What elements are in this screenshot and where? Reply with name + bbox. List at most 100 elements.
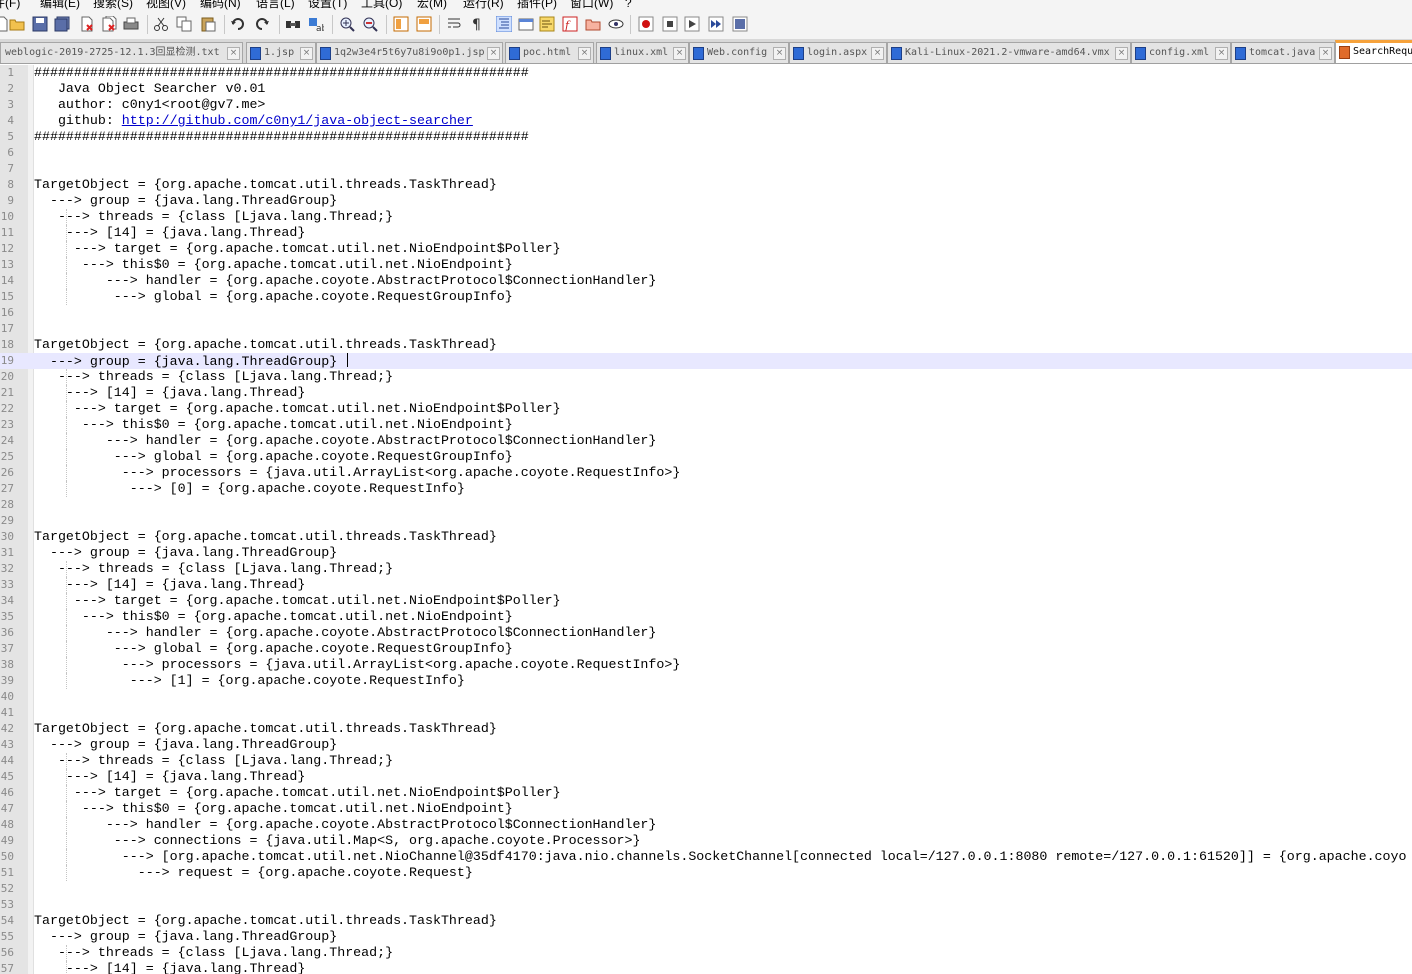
zoom-in-icon[interactable] — [338, 14, 356, 34]
save-all-icon[interactable] — [53, 14, 71, 34]
code-text-content: ---> this$0 = {org.apache.tomcat.util.ne… — [34, 417, 513, 432]
code-text: ---> group = {java.lang.ThreadGroup} — [34, 737, 337, 753]
code-text-content: ---> target = {org.apache.tomcat.util.ne… — [34, 785, 561, 800]
editor-line: 8 TargetObject = {org.apache.tomcat.util.… — [0, 177, 1412, 193]
github-link[interactable]: http://github.com/c0ny1/java-object-sear… — [122, 113, 473, 128]
sync-horizontal-icon[interactable] — [415, 14, 433, 34]
menu-item[interactable]: 语言(L) — [256, 0, 295, 11]
menu-item[interactable]: 插件(P) — [517, 0, 557, 11]
code-text-content: ---> global = {org.apache.coyote.Request… — [34, 641, 513, 656]
code-text: TargetObject = {org.apache.tomcat.util.t… — [34, 913, 497, 929]
tab-file[interactable]: Web.config × — [689, 42, 789, 63]
tab-file[interactable]: linux.xml × — [596, 42, 689, 63]
close-tab-icon[interactable]: × — [578, 47, 591, 60]
editor-line: 26 ---> processors = {java.util.ArrayLis… — [0, 465, 1412, 481]
open-file-icon[interactable] — [8, 14, 26, 34]
monitoring-icon[interactable] — [607, 14, 625, 34]
close-tab-icon[interactable]: × — [871, 47, 884, 60]
close-tab-icon[interactable]: × — [673, 47, 686, 60]
menu-item[interactable]: 视图(V) — [146, 0, 186, 11]
menu-item[interactable]: 宏(M) — [417, 0, 447, 11]
show-all-chars-icon[interactable]: ¶ — [468, 14, 486, 34]
close-tab-icon[interactable]: × — [1215, 47, 1228, 60]
menu-item[interactable]: 工具(O) — [361, 0, 402, 11]
close-tab-icon[interactable]: × — [487, 47, 500, 60]
line-number: 27 — [0, 482, 14, 495]
line-number: 4 — [7, 114, 14, 127]
toolbar-separator — [630, 15, 631, 34]
menu-item[interactable]: 搜索(S) — [93, 0, 133, 11]
code-text-content: ---> processors = {java.util.ArrayList<o… — [34, 465, 681, 480]
sync-vertical-icon[interactable] — [392, 14, 410, 34]
folder-workspace-icon[interactable] — [584, 14, 602, 34]
tab-file[interactable]: 1.jsp × — [246, 42, 316, 63]
editor-area[interactable]: 1 #######################################… — [0, 65, 1412, 974]
line-number: 1 — [7, 66, 14, 79]
function-list-icon[interactable]: f — [561, 14, 579, 34]
line-number: 42 — [0, 722, 14, 735]
menu-item[interactable]: 设置(T) — [308, 0, 347, 11]
line-number: 51 — [0, 866, 14, 879]
menu-item[interactable]: 件(F) — [0, 0, 20, 11]
copy-icon[interactable] — [175, 14, 193, 34]
word-wrap-icon[interactable] — [445, 14, 463, 34]
play-macro-icon[interactable] — [683, 14, 701, 34]
code-text: ########################################… — [34, 65, 529, 81]
line-number: 54 — [0, 914, 14, 927]
code-text: ---> group = {java.lang.ThreadGroup} — [34, 193, 337, 209]
close-tab-icon[interactable]: × — [227, 47, 240, 60]
editor-line: 24 ---> handler = {org.apache.coyote.Abs… — [0, 433, 1412, 449]
paste-icon[interactable] — [199, 14, 217, 34]
cut-icon[interactable] — [152, 14, 170, 34]
stop-record-icon[interactable] — [661, 14, 679, 34]
menu-item[interactable]: 窗口(W) — [570, 0, 613, 11]
save-macro-icon[interactable] — [731, 14, 749, 34]
file-saved-icon — [320, 47, 331, 60]
redo-icon[interactable] — [253, 14, 271, 34]
menu-item[interactable]: 编码(N) — [200, 0, 241, 11]
tab-file[interactable]: weblogic-2019-2725-12.1.3回显检测.txt × — [0, 42, 243, 63]
indent-guide-icon[interactable] — [495, 14, 513, 34]
print-icon[interactable] — [122, 14, 140, 34]
close-tab-icon[interactable]: × — [1319, 47, 1332, 60]
code-text: ---> processors = {java.util.ArrayList<o… — [34, 465, 681, 481]
code-text: ---> request = {org.apache.coyote.Reques… — [34, 865, 473, 881]
undo-icon[interactable] — [229, 14, 247, 34]
close-tab-icon[interactable]: × — [773, 47, 786, 60]
tab-file[interactable]: login.aspx × — [789, 42, 887, 63]
editor-line: 19 ---> group = {java.lang.ThreadGroup} — [0, 353, 1412, 369]
tab-file[interactable]: 1q2w3e4r5t6y7u8i9o0p1.jsp × — [316, 42, 503, 63]
zoom-out-icon[interactable] — [361, 14, 379, 34]
tab-file[interactable]: tomcat.java × — [1231, 42, 1335, 63]
close-icon[interactable] — [78, 14, 96, 34]
editor-line: 3 author: c0ny1<root@gv7.me> — [0, 97, 1412, 113]
menu-item[interactable]: 运行(R) — [463, 0, 504, 11]
editor-line: 31 ---> group = {java.lang.ThreadGroup} — [0, 545, 1412, 561]
text-caret — [347, 353, 349, 367]
tab-file[interactable]: config.xml × — [1131, 42, 1231, 63]
run-macro-multiple-icon[interactable] — [707, 14, 725, 34]
code-text: ---> global = {org.apache.coyote.Request… — [34, 289, 513, 305]
record-macro-icon[interactable] — [637, 14, 655, 34]
replace-icon[interactable]: ab — [307, 14, 325, 34]
code-text: ---> [14] = {java.lang.Thread} — [34, 385, 305, 401]
code-text: ---> this$0 = {org.apache.tomcat.util.ne… — [34, 257, 513, 273]
close-tab-icon[interactable]: × — [300, 47, 313, 60]
tab-file[interactable]: Kali-Linux-2021.2-vmware-amd64.vmx × — [887, 42, 1131, 63]
tab-file[interactable]: SearchRequ — [1335, 40, 1412, 63]
tab-label: weblogic-2019-2725-12.1.3回显检测.txt — [5, 47, 220, 58]
editor-line: 44 ---> threads = {class [Ljava.lang.Thr… — [0, 753, 1412, 769]
save-icon[interactable] — [31, 14, 49, 34]
doc-map-icon[interactable] — [538, 14, 556, 34]
line-number: 26 — [0, 466, 14, 479]
editor-line: 23 ---> this$0 = {org.apache.tomcat.util… — [0, 417, 1412, 433]
user-language-icon[interactable] — [517, 14, 535, 34]
menu-item[interactable]: 编辑(E) — [40, 0, 80, 11]
code-text: author: c0ny1<root@gv7.me> — [34, 97, 265, 113]
close-all-icon[interactable] — [100, 14, 118, 34]
menu-item[interactable]: ? — [625, 0, 632, 11]
find-icon[interactable] — [284, 14, 302, 34]
tab-label: 1.jsp — [264, 47, 295, 58]
close-tab-icon[interactable]: × — [1115, 47, 1128, 60]
tab-file[interactable]: poc.html × — [505, 42, 594, 63]
